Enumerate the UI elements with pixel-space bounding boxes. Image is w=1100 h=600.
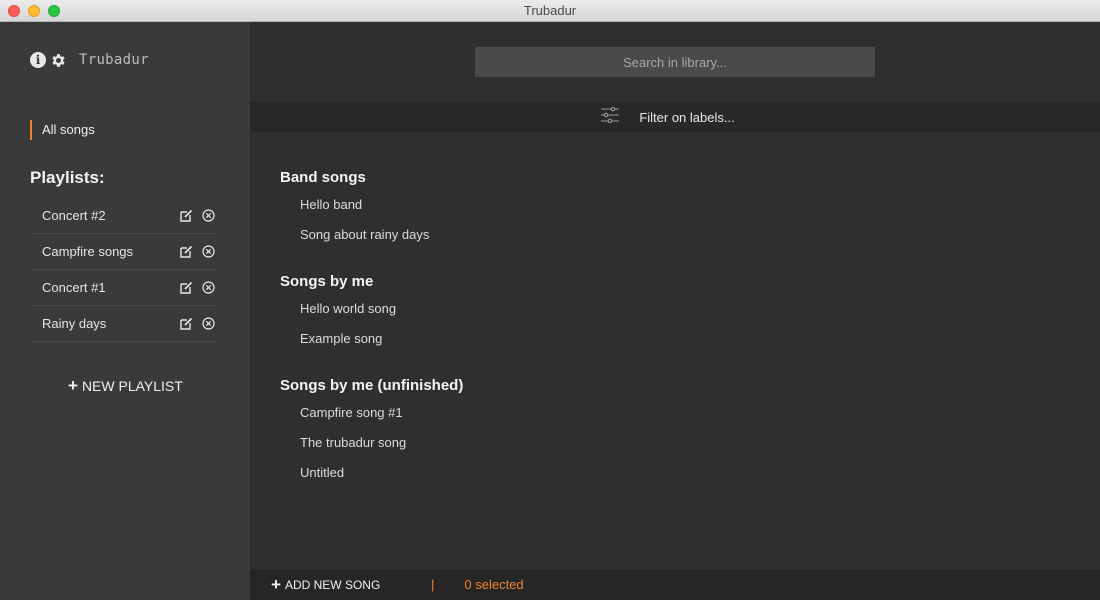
edit-icon[interactable] [180,281,193,294]
new-playlist-label: NEW PLAYLIST [81,378,183,394]
sidebar: i Trubadur All songs Playlists: Concert … [0,22,250,600]
edit-icon[interactable] [180,209,193,222]
app-name: Trubadur [79,52,149,68]
add-new-song-button[interactable]: + ADD NEW SONG [271,574,411,594]
playlist-list: Concert #2 Campfire songs Concert #1 Rai… [32,198,216,342]
song-item[interactable]: Hello world song [280,294,1070,324]
song-group: Songs by me (unfinished) Campfire song #… [280,376,1070,488]
playlists-heading: Playlists: [30,168,105,187]
playlist-label: Rainy days [42,316,107,331]
add-new-song-label: ADD NEW SONG [284,577,381,592]
song-item[interactable]: Campfire song #1 [280,398,1070,428]
song-item[interactable]: Untitled [280,458,1070,488]
song-item[interactable]: The trubadur song [280,428,1070,458]
song-item[interactable]: Song about rainy days [280,220,1070,250]
footer-separator: | [431,577,435,592]
title-bar: Trubadur [0,0,1100,22]
song-group: Band songs Hello band Song about rainy d… [280,168,1070,250]
filter-labels-button[interactable]: Filter on labels... [601,106,735,128]
remove-icon[interactable] [202,245,215,258]
song-item[interactable]: Example song [280,324,1070,354]
playlist-label: Concert #1 [42,280,106,295]
filter-sliders-icon [601,106,620,128]
playlist-label: Concert #2 [42,208,106,223]
footer-bar: + ADD NEW SONG | 0 selected [250,569,1100,600]
main-panel: Filter on labels... Band songs Hello ban… [250,22,1100,600]
plus-icon: + [271,574,281,594]
sidebar-header: i Trubadur [30,50,149,70]
playlist-item[interactable]: Rainy days [32,306,216,342]
edit-icon[interactable] [180,245,193,258]
song-groups: Band songs Hello band Song about rainy d… [280,168,1070,510]
remove-icon[interactable] [202,317,215,330]
new-playlist-button[interactable]: + NEW PLAYLIST [68,376,183,395]
search-input[interactable] [475,47,875,77]
playlist-label: Campfire songs [42,244,134,259]
filter-label: Filter on labels... [639,109,735,125]
info-icon[interactable]: i [30,52,46,68]
playlist-item[interactable]: Campfire songs [32,234,216,270]
song-item[interactable]: Hello band [280,190,1070,220]
edit-icon[interactable] [180,317,193,330]
selected-count: 0 selected [464,577,524,592]
plus-icon: + [68,376,78,395]
song-group: Songs by me Hello world song Example son… [280,272,1070,354]
gear-icon[interactable] [50,52,67,69]
remove-icon[interactable] [202,281,215,294]
sidebar-item-all-songs[interactable]: All songs [30,120,95,140]
remove-icon[interactable] [202,209,215,222]
playlist-item[interactable]: Concert #2 [32,198,216,234]
window-title: Trubadur [523,3,577,18]
filter-bar: Filter on labels... [250,102,1100,132]
playlist-item[interactable]: Concert #1 [32,270,216,306]
